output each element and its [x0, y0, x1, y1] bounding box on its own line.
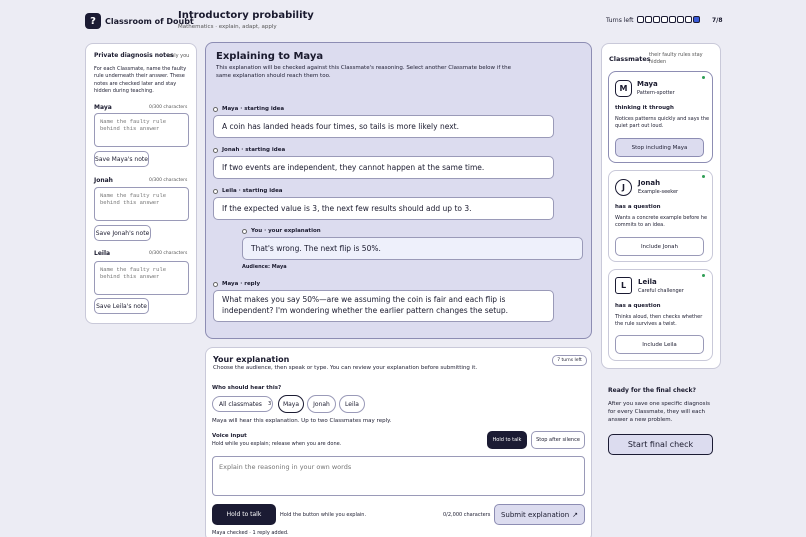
explanation-char-count: 0/2,000 characters: [443, 512, 491, 518]
classmate-description-leila: Thinks aloud, then checks whether the ru…: [615, 314, 703, 328]
turn-indicator: [669, 16, 676, 23]
only-you-label: only you: [168, 53, 190, 59]
classmate-description-jonah: Wants a concrete example before he commi…: [615, 215, 708, 229]
question-mark-icon: ?: [90, 15, 96, 27]
online-indicator-icon: [701, 273, 706, 278]
turns-progress: [637, 16, 701, 23]
classmate-name-leila: Leila: [638, 278, 657, 286]
turn-indicator: [653, 16, 660, 23]
stop-including-maya-button[interactable]: Stop including Maya: [615, 138, 704, 157]
entry-meta-jonah: Jonah · starting idea: [213, 147, 285, 153]
classmate-name-maya: Maya: [637, 80, 658, 88]
note-count-jonah: 0/300 characters: [149, 178, 188, 183]
hear-note: Maya will hear this explanation. Up to t…: [212, 418, 392, 424]
avatar-maya: M: [615, 80, 632, 97]
app-logo: ?: [85, 13, 101, 29]
arrow-up-right-icon: ↗: [572, 510, 579, 519]
diagnosis-title: Private diagnosis notes: [94, 52, 174, 59]
classmate-description-maya: Notices patterns quickly and says the qu…: [615, 116, 710, 130]
classmate-question-jonah: has a question: [615, 204, 661, 210]
explanation-textarea[interactable]: [212, 456, 585, 496]
course-subtitle: Mathematics · explain, adapt, apply: [178, 24, 277, 30]
turn-indicator: [645, 16, 652, 23]
note-input-maya[interactable]: [94, 113, 189, 147]
classmate-status-maya: thinking it through: [615, 105, 674, 111]
turns-left-badge: 7 turns left: [552, 355, 587, 366]
classmate-name-jonah: Jonah: [638, 179, 661, 187]
stop-after-silence-button[interactable]: Stop after silence: [531, 431, 585, 449]
turn-indicator: [637, 16, 644, 23]
turns-count: 7/8: [712, 17, 723, 24]
diagnosis-description: For each Classmate, name the faulty rule…: [94, 66, 187, 94]
classmates-title: Classmates: [609, 55, 651, 63]
entry-meta-leila: Leila · starting idea: [213, 188, 283, 194]
audience-chip-jonah[interactable]: Jonah: [307, 395, 336, 413]
save-note-maya-button[interactable]: Save Maya's note: [94, 151, 149, 167]
answer-jonah: If two events are independent, they cann…: [213, 156, 554, 179]
include-jonah-button[interactable]: Include Jonah: [615, 237, 704, 256]
entry-dot-icon: [213, 188, 218, 194]
audience-all-chip[interactable]: All classmates 3: [212, 396, 273, 412]
include-leila-button[interactable]: Include Leila: [615, 335, 704, 354]
who-label: Who should hear this?: [212, 385, 282, 391]
course-title: Introductory probability: [178, 10, 314, 21]
your-explanation-title: Your explanation: [213, 355, 290, 364]
classmate-role-maya: Pattern-spotter: [637, 90, 675, 96]
turn-indicator: [661, 16, 668, 23]
turn-indicator: [677, 16, 684, 23]
entry-dot-icon: [242, 228, 247, 234]
voice-input-title: Voice input: [212, 433, 247, 439]
answer-maya: A coin has landed heads four times, so t…: [213, 115, 554, 138]
audience-label: Audience: Maya: [242, 264, 287, 270]
audience-chip-leila[interactable]: Leila: [339, 395, 365, 413]
hold-to-talk-button[interactable]: Hold to talk: [487, 431, 527, 449]
turn-indicator: [685, 16, 692, 23]
entry-dot-icon: [213, 106, 218, 112]
submit-explanation-button[interactable]: Submit explanation ↗: [494, 504, 585, 525]
entry-dot-icon: [213, 281, 218, 287]
avatar-leila: L: [615, 277, 632, 294]
your-explanation-description: Choose the audience, then speak or type.…: [213, 365, 478, 371]
turn-indicator: [693, 16, 700, 23]
note-name-maya: Maya: [94, 104, 112, 111]
save-note-leila-button[interactable]: Save Leila's note: [94, 298, 149, 314]
reply-maya: What makes you say 50%—are we assuming t…: [213, 290, 554, 322]
note-input-jonah[interactable]: [94, 187, 189, 221]
note-count-leila: 0/300 characters: [149, 251, 188, 256]
final-check-description: After you save one specific diagnosis fo…: [608, 401, 710, 423]
explaining-title: Explaining to Maya: [216, 51, 324, 62]
hold-hint: Hold the button while you explain.: [280, 512, 367, 518]
classmate-role-jonah: Example-seeker: [638, 189, 679, 195]
online-indicator-icon: [701, 75, 706, 80]
note-name-leila: Leila: [94, 250, 111, 257]
classmate-role-leila: Careful challenger: [638, 288, 684, 294]
save-note-jonah-button[interactable]: Save Jonah's note: [94, 225, 151, 241]
audience-chip-maya[interactable]: Maya: [278, 395, 304, 413]
note-input-leila[interactable]: [94, 261, 189, 295]
final-check-title: Ready for the final check?: [608, 387, 696, 394]
entry-meta-you: You · your explanation: [242, 228, 321, 234]
online-indicator-icon: [701, 174, 706, 179]
hold-to-talk-large-button[interactable]: Hold to talk: [212, 504, 276, 525]
entry-meta-maya: Maya · starting idea: [213, 106, 284, 112]
avatar-jonah: J: [615, 179, 632, 196]
classmate-question-leila: has a question: [615, 303, 661, 309]
entry-dot-icon: [213, 147, 218, 153]
answer-leila: If the expected value is 3, the next few…: [213, 197, 554, 220]
your-explanation-bubble: That's wrong. The next flip is 50%.: [242, 237, 583, 260]
start-final-check-button[interactable]: Start final check: [608, 434, 713, 455]
voice-input-description: Hold while you explain; release when you…: [212, 441, 342, 447]
turns-label: Turns left: [606, 17, 634, 24]
classmates-note: their faulty rules stay hidden: [649, 52, 703, 65]
note-name-jonah: Jonah: [94, 177, 113, 184]
entry-meta-maya-reply: Maya · reply: [213, 281, 260, 287]
note-count-maya: 0/300 characters: [149, 105, 188, 110]
checked-note: Maya checked · 1 reply added.: [212, 530, 289, 536]
explaining-description: This explanation will be checked against…: [216, 65, 512, 79]
